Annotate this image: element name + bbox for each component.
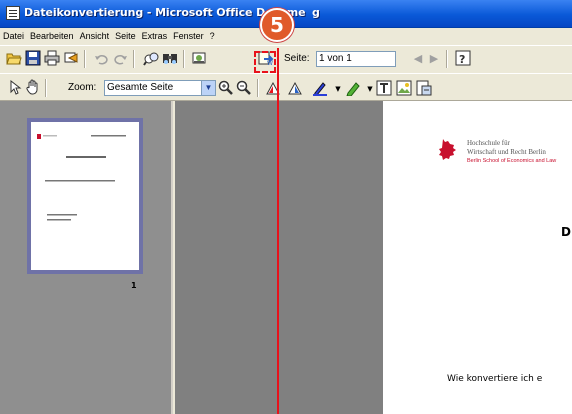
document-background [175,101,383,414]
toolbar-separator [133,50,135,68]
print-icon[interactable] [44,50,60,66]
zoom-out-icon[interactable] [236,80,252,96]
menu-edit[interactable]: Bearbeiten [27,28,77,41]
app-icon [6,6,20,20]
picture-icon[interactable] [396,80,412,96]
annotation-red-line [277,48,279,414]
zoom-label: Zoom: [68,82,97,93]
zoom-select[interactable]: Gesamte Seite ▼ [104,80,216,96]
pen-dropdown-icon[interactable]: ▼ [330,81,346,97]
help-icon[interactable]: ? [455,50,471,66]
view-toolbar: Zoom: Gesamte Seite ▼ ▼ ▼ [0,73,572,101]
org-name-line3: Berlin School of Economics and Law [467,158,557,164]
org-name-line2: Wirtschaft und Recht Berlin [467,148,546,156]
zoom-in-icon[interactable] [218,80,234,96]
window-title-tail: g [312,6,320,19]
email-icon[interactable] [63,50,79,66]
menu-file[interactable]: Datei [0,28,27,41]
svg-text:?: ? [459,53,465,66]
menu-extras[interactable]: Extras [139,28,171,41]
page-number-field[interactable]: 1 von 1 [316,51,396,67]
document-heading: D [561,225,571,239]
standard-toolbar: W Seite: 1 von 1 ◀ ▶ ? [0,45,572,72]
toolbar-separator [257,79,259,97]
highlight-box [254,51,276,73]
menu-page[interactable]: Seite [112,28,139,41]
toolbar-separator [45,79,47,97]
toolbar-separator [84,50,86,68]
step-badge: 5 [260,8,294,42]
toolbar-separator [446,50,448,68]
bear-logo-icon [439,139,456,160]
find-text-icon[interactable] [143,50,159,66]
search-icon[interactable] [162,50,178,66]
document-page: Hochschule für Wirtschaft und Recht Berl… [383,101,572,414]
thumbnail-preview [31,122,139,270]
chevron-down-icon[interactable]: ▼ [201,81,215,95]
hand-icon[interactable] [25,79,41,95]
page-image-icon[interactable] [416,80,432,96]
text-annotation-icon[interactable] [376,80,392,96]
next-page-icon[interactable]: ▶ [426,51,442,67]
toolbar-separator [183,50,185,68]
save-icon[interactable] [25,50,41,66]
zoom-value: Gesamte Seite [107,82,174,93]
thumbnail-page-number: 1 [131,281,137,290]
select-pointer-icon[interactable] [6,79,22,95]
undo-icon[interactable] [93,50,109,66]
highlighter-icon[interactable] [345,80,361,97]
page-thumbnail[interactable] [27,118,143,274]
open-icon[interactable] [6,50,22,66]
read-aloud-icon[interactable] [191,50,207,66]
redo-icon[interactable] [113,50,129,66]
menu-view[interactable]: Ansicht [77,28,113,41]
document-body-text: Wie konvertiere ich e [447,374,543,384]
rotate-right-icon[interactable] [287,80,303,96]
menu-help[interactable]: ? [207,28,218,41]
pen-icon[interactable] [312,80,328,97]
page-label: Seite: [284,53,310,64]
prev-page-icon[interactable]: ◀ [410,51,426,67]
org-name-line1: Hochschule für [467,139,510,147]
menu-window[interactable]: Fenster [170,28,207,41]
